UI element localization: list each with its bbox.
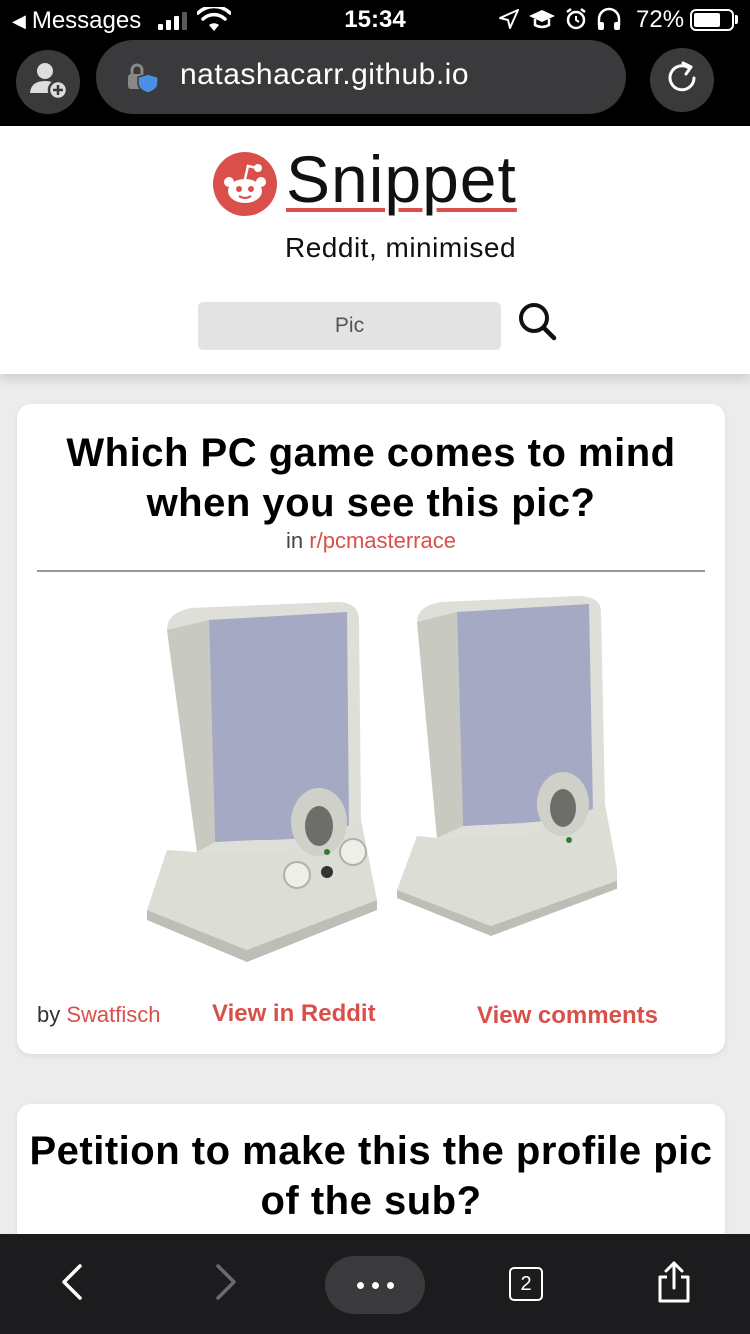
- more-dot: [386, 1281, 394, 1289]
- more-dot: [371, 1281, 379, 1289]
- chevron-left-icon: [60, 1262, 84, 1307]
- browser-address-bar: natashacarr.github.io: [0, 40, 750, 126]
- share-button[interactable]: [644, 1254, 704, 1314]
- post-card: Which PC game comes to mind when you see…: [17, 404, 725, 1054]
- subreddit-link[interactable]: r/pcmasterrace: [309, 528, 456, 553]
- by-label: by: [37, 1002, 61, 1027]
- post-card: Petition to make this the profile pic of…: [17, 1104, 725, 1244]
- browser-toolbar: 2: [0, 1234, 750, 1334]
- post-image-speakers: [147, 596, 617, 962]
- more-menu-button[interactable]: [325, 1256, 425, 1314]
- brand-name[interactable]: Snippet: [286, 146, 517, 212]
- reddit-logo-icon: [212, 151, 278, 217]
- subreddit-prefix: in: [286, 528, 304, 553]
- view-in-reddit-link[interactable]: View in Reddit: [212, 1000, 376, 1028]
- forward-button[interactable]: [196, 1254, 256, 1314]
- site-header: Snippet Reddit, minimised: [0, 126, 750, 374]
- battery-icon: [690, 9, 734, 31]
- url-text: natashacarr.github.io: [180, 58, 470, 91]
- status-icons: [498, 7, 622, 36]
- headphones-icon: [596, 7, 622, 36]
- add-profile-icon: [27, 59, 69, 106]
- alarm-icon: [564, 7, 588, 36]
- more-dots-icon: [356, 1281, 364, 1289]
- url-field[interactable]: natashacarr.github.io: [96, 40, 626, 114]
- author-link[interactable]: Swatfisch: [66, 1002, 160, 1027]
- chevron-right-icon: [214, 1262, 238, 1307]
- battery-percent: 72%: [636, 6, 685, 33]
- search-icon: [517, 301, 557, 346]
- back-button[interactable]: [42, 1254, 102, 1314]
- share-icon: [656, 1260, 692, 1309]
- status-bar: ◀ Messages 15:34 72%: [0, 0, 750, 40]
- reload-icon: [663, 59, 701, 102]
- battery-level: [694, 13, 720, 27]
- brand-tagline: Reddit, minimised: [285, 232, 517, 263]
- post-footer: by Swatfisch View in Reddit View comment…: [37, 1000, 705, 1032]
- post-title: Petition to make this the profile pic of…: [29, 1129, 713, 1223]
- tabs-icon: 2: [509, 1267, 543, 1301]
- divider: [37, 570, 705, 572]
- graduation-cap-icon: [528, 7, 556, 36]
- profile-button[interactable]: [16, 50, 80, 114]
- battery-nub: [735, 15, 738, 24]
- search-button[interactable]: [512, 298, 562, 348]
- search-input[interactable]: [198, 302, 501, 350]
- reload-button[interactable]: [650, 48, 714, 112]
- location-icon: [498, 8, 520, 35]
- post-title: Which PC game comes to mind when you see…: [66, 431, 676, 525]
- lock-shield-icon: [126, 62, 160, 99]
- tabs-button[interactable]: 2: [496, 1254, 556, 1314]
- view-comments-link[interactable]: View comments: [477, 1002, 658, 1030]
- post-author: by Swatfisch: [37, 1002, 161, 1028]
- post-subreddit: in r/pcmasterrace: [17, 528, 725, 554]
